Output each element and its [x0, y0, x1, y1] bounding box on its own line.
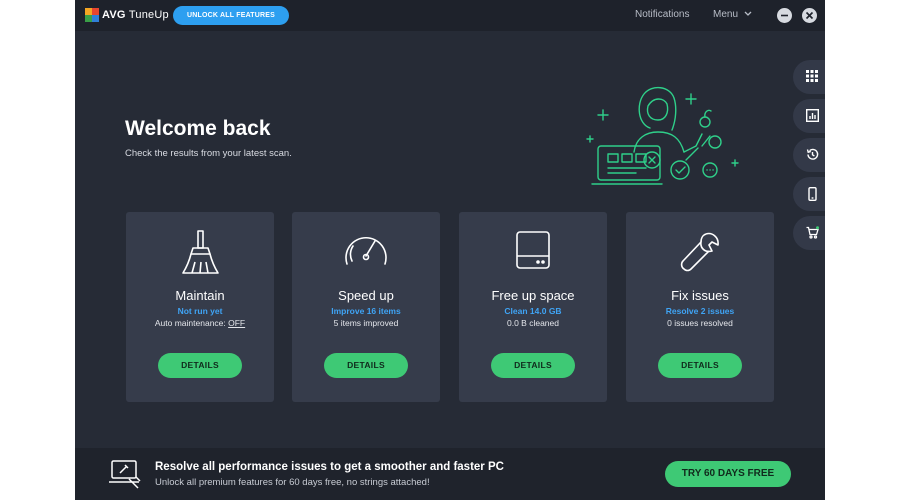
card-detail: 5 items improved: [333, 318, 399, 328]
sidebar-reports-button[interactable]: [793, 99, 825, 133]
notifications-link[interactable]: Notifications: [635, 9, 689, 20]
card-status[interactable]: Resolve 2 issues: [626, 306, 774, 316]
try-free-button[interactable]: TRY 60 DAYS FREE: [665, 461, 791, 487]
broom-icon: [182, 230, 219, 274]
menu-button[interactable]: Menu: [713, 9, 752, 20]
wrench-icon: [680, 232, 719, 272]
sidebar-history-button[interactable]: [793, 138, 825, 172]
history-icon: [806, 148, 819, 160]
card-maintain: Maintain Not run yet Auto maintenance: O…: [126, 212, 274, 402]
auto-maintenance-value[interactable]: OFF: [228, 318, 245, 328]
promo-headline: Resolve all performance issues to get a …: [155, 461, 504, 473]
card-status[interactable]: Clean 14.0 GB: [459, 306, 607, 316]
sidebar-shop-button[interactable]: [793, 216, 825, 250]
free-up-space-details-button[interactable]: DETAILS: [491, 353, 575, 378]
bar-chart-icon: [806, 109, 819, 122]
hard-drive-icon: [516, 231, 550, 269]
card-icon-wrap: [626, 228, 774, 280]
laptop-tools-icon: [109, 460, 141, 489]
sidebar-mobile-button[interactable]: [793, 177, 825, 211]
sidebar-apps-button[interactable]: [793, 60, 825, 94]
card-detail: 0.0 B cleaned: [507, 318, 559, 328]
menu-label: Menu: [713, 9, 739, 20]
maintain-details-button[interactable]: DETAILS: [158, 353, 242, 378]
page-subtitle: Check the results from your latest scan.: [125, 148, 292, 159]
avg-logo-icon: [85, 8, 99, 22]
app-brand: AVG TuneUp: [102, 9, 169, 21]
cart-icon: [806, 226, 819, 239]
card-detail: Auto maintenance: OFF: [126, 318, 274, 328]
card-icon-wrap: [292, 228, 440, 280]
card-title: Fix issues: [671, 288, 729, 303]
card-icon-wrap: [459, 228, 607, 280]
chevron-down-icon: [744, 11, 752, 16]
card-detail: 0 issues resolved: [667, 318, 733, 328]
speedometer-icon: [345, 237, 387, 265]
app-window: AVG TuneUp UNLOCK ALL FEATURES Notificat…: [75, 0, 825, 500]
card-free-up-space: Free up space Clean 14.0 GB 0.0 B cleane…: [459, 212, 607, 402]
title-bar: AVG TuneUp UNLOCK ALL FEATURES Notificat…: [75, 0, 825, 31]
minimize-button[interactable]: [777, 8, 792, 23]
phone-icon: [808, 187, 817, 201]
close-icon: [805, 11, 814, 20]
page-title: Welcome back: [125, 117, 271, 140]
welcome-illustration: [586, 87, 739, 185]
card-speed-up: Speed up Improve 16 items 5 items improv…: [292, 212, 440, 402]
unlock-all-features-button[interactable]: UNLOCK ALL FEATURES: [173, 6, 289, 25]
minimize-icon: [781, 14, 788, 17]
brand-name: AVG: [102, 9, 126, 21]
card-title: Maintain: [175, 288, 225, 303]
speed-up-details-button[interactable]: DETAILS: [324, 353, 408, 378]
card-icon-wrap: [126, 228, 274, 280]
brand-product: TuneUp: [128, 9, 169, 21]
card-status[interactable]: Improve 16 items: [292, 306, 440, 316]
close-button[interactable]: [802, 8, 817, 23]
card-title: Speed up: [338, 288, 394, 303]
card-title: Free up space: [491, 288, 575, 303]
promo-subline: Unlock all premium features for 60 days …: [155, 477, 430, 488]
card-status[interactable]: Not run yet: [126, 306, 274, 316]
promo-bar: Resolve all performance issues to get a …: [75, 448, 825, 500]
fix-issues-details-button[interactable]: DETAILS: [658, 353, 742, 378]
card-fix-issues: Fix issues Resolve 2 issues 0 issues res…: [626, 212, 774, 402]
auto-maintenance-label: Auto maintenance:: [154, 318, 229, 328]
apps-grid-icon: [806, 70, 818, 82]
